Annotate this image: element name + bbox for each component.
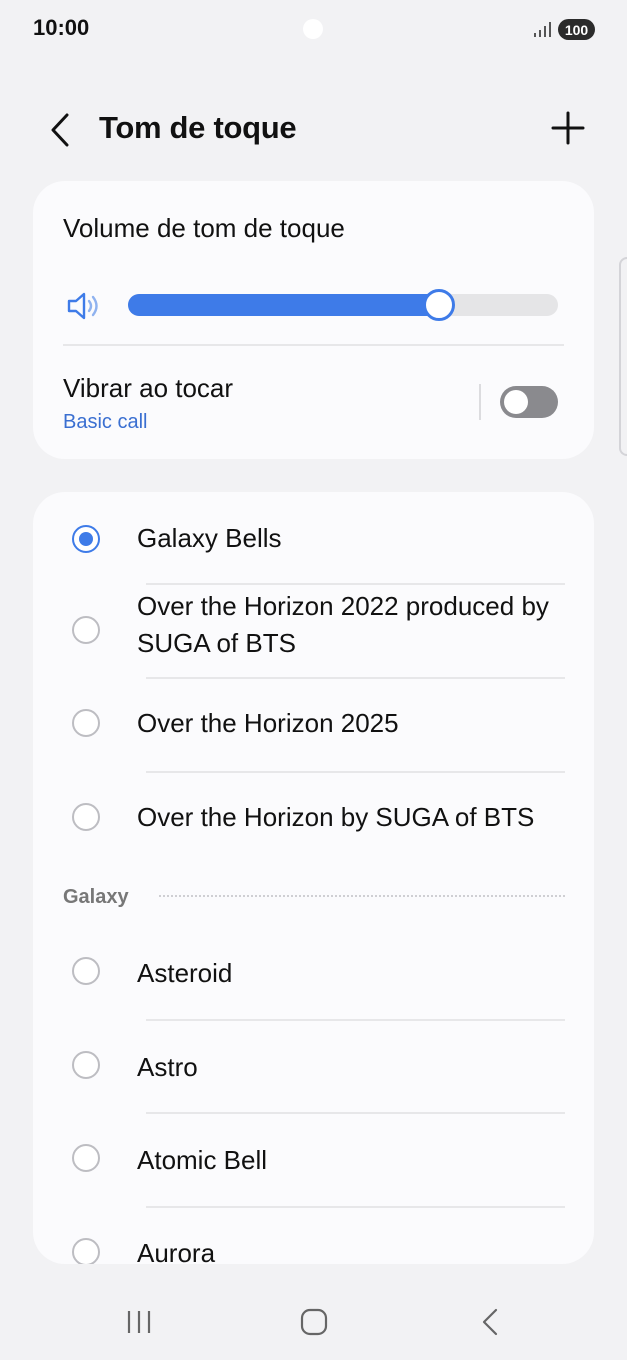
toggle-knob (504, 390, 528, 414)
radio-button[interactable] (72, 1238, 100, 1264)
back-nav-icon[interactable] (478, 1308, 502, 1336)
status-bar: 10:00 100 (0, 0, 627, 60)
divider (63, 344, 564, 346)
ringtone-label: Over the Horizon 2022 produced by SUGA o… (137, 591, 549, 658)
navigation-bar (0, 1290, 627, 1360)
edge-panel-handle[interactable] (619, 257, 627, 456)
list-item[interactable]: Aurora (33, 1208, 594, 1264)
ringtone-label: Aurora (137, 1238, 216, 1264)
radio-button[interactable] (72, 1144, 100, 1172)
ringtone-label: Over the Horizon by SUGA of BTS (137, 802, 535, 832)
camera-cutout (303, 19, 323, 39)
recents-icon[interactable] (126, 1308, 154, 1336)
add-ringtone-button[interactable] (548, 108, 588, 148)
list-item[interactable]: Over the Horizon 2025 (33, 679, 594, 771)
radio-button[interactable] (72, 803, 100, 831)
ringtone-label: Astro (137, 1052, 198, 1082)
volume-slider-fill (128, 294, 438, 316)
signal-icon (534, 22, 551, 37)
volume-slider[interactable] (128, 289, 558, 321)
radio-button[interactable] (72, 525, 100, 553)
battery-icon: 100 (558, 19, 595, 40)
ringtone-label: Asteroid (137, 958, 233, 988)
speaker-icon[interactable] (66, 291, 102, 321)
ringtone-label: Galaxy Bells (137, 523, 282, 553)
battery-level: 100 (564, 21, 589, 38)
radio-button[interactable] (72, 1051, 100, 1079)
radio-button[interactable] (72, 957, 100, 985)
radio-button[interactable] (72, 709, 100, 737)
list-item[interactable]: Asteroid (33, 927, 594, 1019)
list-item[interactable]: Astro (33, 1021, 594, 1113)
ringtone-label: Atomic Bell (137, 1145, 268, 1175)
vibration-pattern[interactable]: Basic call (63, 411, 147, 434)
page-title: Tom de toque (99, 110, 297, 145)
list-item[interactable]: Galaxy Bells (33, 492, 594, 584)
list-item[interactable]: Over the Horizon by SUGA of BTS (33, 773, 594, 865)
radio-button[interactable] (72, 616, 100, 644)
ringtone-label: Over the Horizon 2025 (137, 708, 399, 738)
list-item[interactable]: Atomic Bell (33, 1114, 594, 1206)
section-divider (159, 895, 565, 897)
status-time: 10:00 (33, 15, 90, 40)
volume-card: Volume de tom de toque Vibrar ao tocar B… (33, 181, 594, 459)
home-icon[interactable] (300, 1308, 328, 1336)
volume-title: Volume de tom de toque (63, 213, 345, 243)
vibrate-label[interactable]: Vibrar ao tocar (63, 373, 233, 404)
chevron-left-icon (51, 113, 69, 147)
toggle-divider (479, 384, 481, 420)
plus-icon (551, 111, 585, 145)
list-item[interactable]: Over the Horizon 2022 produced by SUGA o… (33, 585, 594, 677)
app-bar: Tom de toque (0, 100, 627, 160)
vibrate-toggle[interactable] (500, 386, 558, 418)
back-button[interactable] (42, 110, 78, 150)
ringtone-list: Galaxy Bells Over the Horizon 2022 produ… (33, 492, 594, 1264)
volume-slider-thumb[interactable] (422, 289, 455, 321)
section-header-galaxy: Galaxy (63, 886, 129, 908)
